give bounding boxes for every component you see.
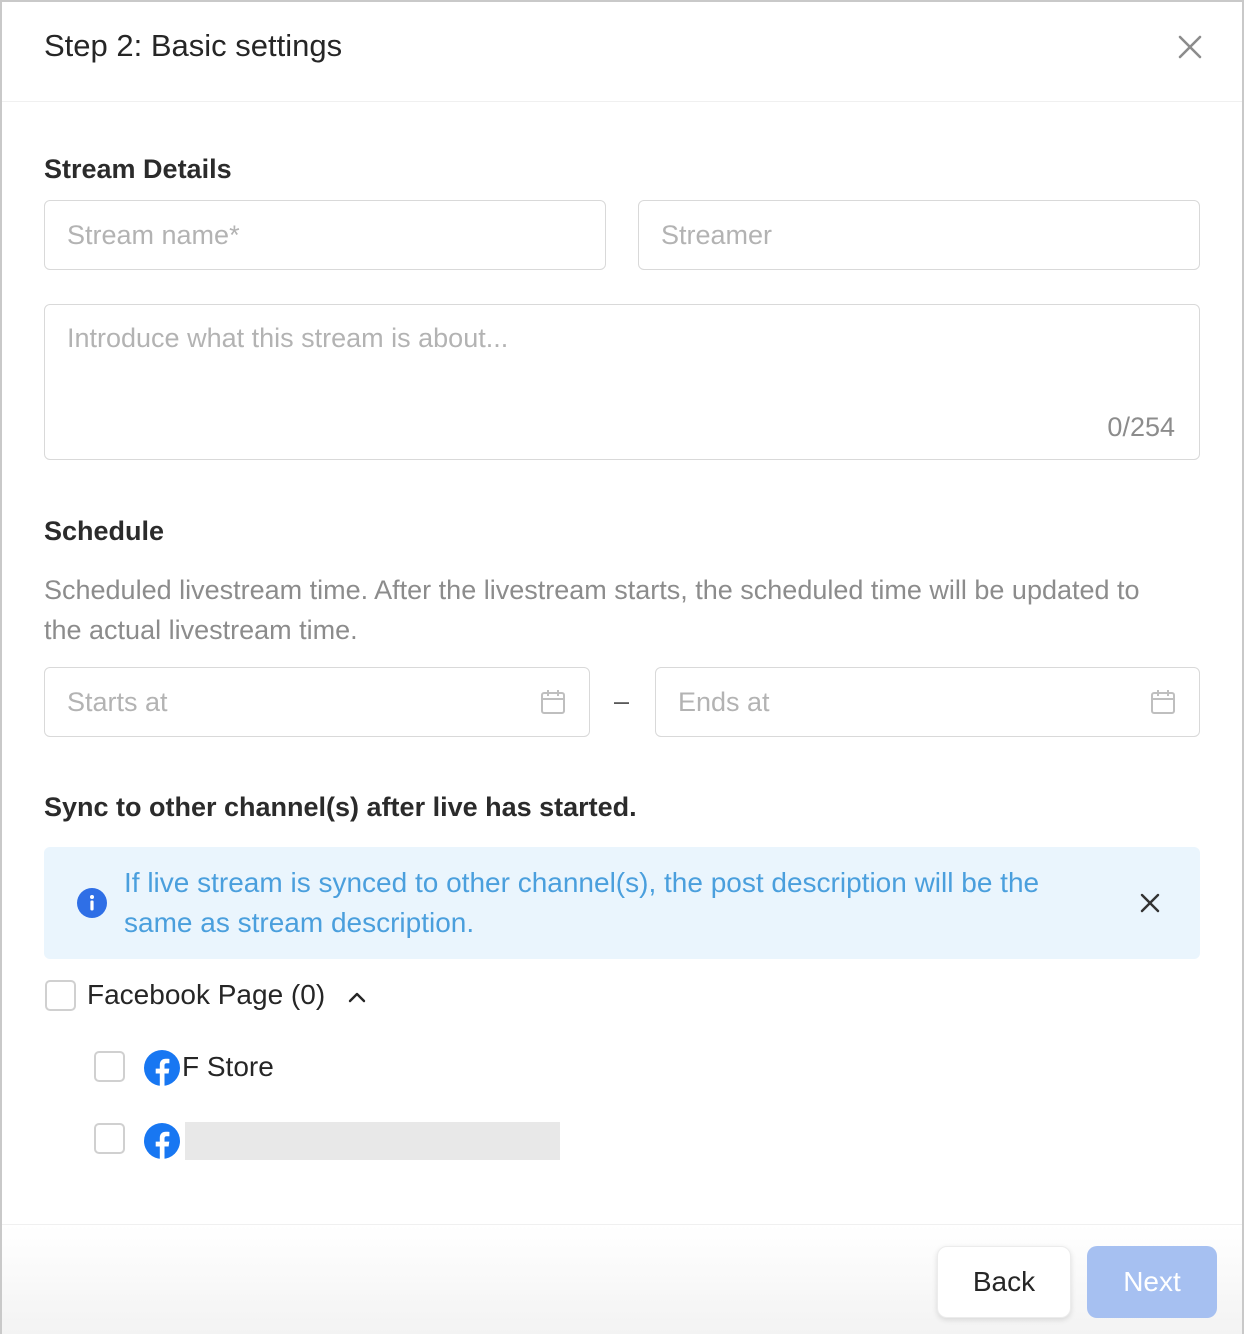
sync-heading: Sync to other channel(s) after live has …	[44, 792, 637, 822]
stream-name-input[interactable]	[44, 200, 606, 270]
page-checkbox-redacted[interactable]	[94, 1123, 125, 1154]
schedule-heading: Schedule	[44, 516, 165, 546]
streamer-input[interactable]	[638, 200, 1200, 270]
next-button[interactable]: Next	[1087, 1246, 1217, 1318]
page-name: F Store	[182, 1051, 274, 1082]
schedule-description: Scheduled livestream time. After the liv…	[44, 575, 1140, 645]
facebook-page-group-label: Facebook Page (0)	[87, 979, 326, 1010]
start-date-placeholder: Starts at	[67, 687, 168, 717]
date-range-separator: –	[614, 686, 630, 716]
facebook-icon	[144, 1123, 180, 1159]
close-alert-icon[interactable]	[1138, 891, 1162, 915]
info-icon	[77, 888, 107, 918]
start-date-picker[interactable]: Starts at	[44, 667, 590, 737]
back-button[interactable]: Back	[937, 1246, 1071, 1318]
description-field: 0/254	[44, 304, 1200, 460]
stream-details-heading: Stream Details	[44, 154, 232, 184]
facebook-icon	[144, 1050, 180, 1086]
alert-message: If live stream is synced to other channe…	[124, 867, 1040, 938]
calendar-icon	[539, 688, 567, 716]
end-date-picker[interactable]: Ends at	[655, 667, 1200, 737]
description-textarea[interactable]	[45, 305, 1199, 415]
facebook-page-group-checkbox[interactable]	[45, 980, 76, 1011]
dialog-header: Step 2: Basic settings	[2, 2, 1242, 102]
page-checkbox-f-store[interactable]	[94, 1051, 125, 1082]
calendar-icon	[1149, 688, 1177, 716]
chevron-up-icon[interactable]	[346, 986, 368, 1008]
dialog-title: Step 2: Basic settings	[44, 28, 343, 63]
character-counter: 0/254	[1107, 412, 1175, 442]
info-alert: If live stream is synced to other channe…	[44, 847, 1200, 959]
close-icon[interactable]	[1172, 30, 1208, 66]
basic-settings-dialog: Step 2: Basic settings Stream Details 0/…	[0, 0, 1244, 1334]
end-date-placeholder: Ends at	[678, 687, 770, 717]
redacted-page-name	[185, 1122, 560, 1160]
